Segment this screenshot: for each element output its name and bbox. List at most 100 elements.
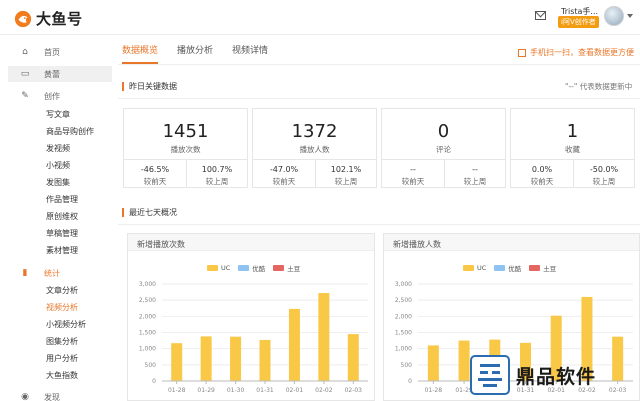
- x-tick-label: 01-31: [256, 387, 274, 394]
- tab-overview[interactable]: 数据概览: [122, 43, 159, 64]
- bar-chart-icon: ▮: [22, 268, 28, 278]
- x-tick-label: 02-02: [315, 387, 333, 394]
- x-tick-label: 02-01: [286, 387, 304, 394]
- metric-change-day-label: 较前天: [143, 177, 167, 186]
- bar-uc: [427, 345, 439, 381]
- y-tick-label: 500: [145, 362, 157, 369]
- metric-change-day: -46.5%: [140, 165, 170, 174]
- metric-change-day-label: 较前天: [530, 177, 554, 186]
- tab-play-analysis[interactable]: 播放分析: [177, 43, 213, 64]
- sidebar-sub-product-guide[interactable]: 商品导购创作: [46, 126, 94, 137]
- bar-uc: [200, 336, 212, 381]
- sidebar-sub-post-video[interactable]: 发视频: [46, 143, 70, 154]
- sidebar-item-create[interactable]: ✎ 创作: [8, 88, 112, 104]
- metric-change-day: -47.0%: [269, 165, 299, 174]
- qrcode-icon: [518, 48, 526, 57]
- sidebar-sub-write-article[interactable]: 写文章: [46, 109, 70, 120]
- sidebar-sub-materials[interactable]: 素材管理: [46, 245, 78, 256]
- sidebar-sub-post-gallery[interactable]: 发图集: [46, 177, 70, 188]
- sidebar-item-label: 首页: [44, 47, 60, 57]
- bar-uc: [347, 334, 359, 381]
- sidebar-sub-dayu-index[interactable]: 大鱼指数: [46, 370, 78, 381]
- tab-bar: 数据概览 播放分析 视频详情: [122, 43, 287, 64]
- x-tick-label: 02-03: [345, 387, 363, 394]
- x-tick-label: 01-30: [227, 387, 245, 394]
- sidebar-sub-original-rights[interactable]: 原创维权: [46, 211, 78, 222]
- sidebar-sub-user-analysis[interactable]: 用户分析: [46, 353, 78, 364]
- sidebar-sub-gallery-analysis[interactable]: 图集分析: [46, 336, 78, 347]
- compass-icon: ◉: [21, 392, 29, 401]
- bar-uc: [612, 336, 624, 381]
- metric-label: 播放人数: [299, 145, 330, 154]
- metric-value: 1: [566, 121, 579, 142]
- sidebar-sub-video-analysis[interactable]: 视频分析: [46, 302, 78, 313]
- metric-change-week: 102.1%: [330, 165, 362, 174]
- dayu-logo-icon: [14, 10, 32, 27]
- qr-scan-link[interactable]: 手机扫一扫，查看数据更方便: [518, 47, 634, 58]
- pen-icon: ✎: [21, 91, 29, 101]
- x-tick-label: 02-03: [609, 387, 627, 394]
- metric-change-day: --: [410, 165, 416, 174]
- sidebar-sub-works[interactable]: 作品管理: [46, 194, 78, 205]
- section-title-week: 最近七天概况: [122, 208, 177, 217]
- chevron-down-icon[interactable]: [627, 14, 633, 18]
- bar-chart-plays: 3,000 2,500 2,000 1,500 1,000 500 0 01-28 01-29 0…: [139, 281, 368, 394]
- watermark-logo-icon: [470, 355, 510, 395]
- metric-change-day: 0.0%: [531, 165, 553, 174]
- chart-panel-plays: 新增播放次数 UC 优酷 土豆 3,000 2,500 2,000 1,500 1,00…: [127, 233, 375, 401]
- metric-card-favorites: 1 收藏 0.0% 较前天 -50.0% 较上周: [510, 108, 635, 188]
- sidebar-sub-drafts[interactable]: 草稿管理: [46, 228, 78, 239]
- y-tick-label: 3,000: [395, 281, 412, 288]
- mail-icon[interactable]: [535, 11, 546, 20]
- y-tick-label: 1,500: [139, 330, 156, 337]
- y-tick-label: 0: [152, 378, 156, 385]
- divider: [118, 98, 640, 99]
- bar-uc: [318, 293, 330, 381]
- section-title-yesterday: 昨日关键数据: [122, 82, 177, 91]
- metric-change-week: --: [472, 165, 478, 174]
- sidebar-item-label: 创作: [44, 91, 60, 101]
- bar-uc: [288, 308, 300, 381]
- sidebar-sub-short-video-analysis[interactable]: 小视频分析: [46, 319, 86, 330]
- metric-value: 1372: [291, 121, 338, 142]
- watermark: 鼎品软件: [470, 355, 596, 395]
- sidebar-sub-article-analysis[interactable]: 文章分析: [46, 285, 78, 296]
- y-tick-label: 1,000: [395, 346, 412, 353]
- home-icon: ⌂: [22, 47, 28, 57]
- x-tick-label: 01-28: [425, 387, 443, 394]
- qr-hint: 手机扫一扫，查看数据更方便: [530, 48, 634, 57]
- brand-name: 大鱼号: [36, 10, 83, 28]
- y-tick-label: 3,000: [139, 281, 156, 288]
- y-tick-label: 2,500: [139, 297, 156, 304]
- sidebar-item-stats[interactable]: ▮ 统计: [8, 265, 112, 281]
- metric-label: 收藏: [565, 145, 580, 154]
- metric-value: 1451: [162, 121, 209, 142]
- tab-video-details[interactable]: 视频详情: [232, 43, 268, 64]
- metric-change-week-label: 较上周: [205, 177, 229, 186]
- metric-change-week: 100.7%: [201, 165, 233, 174]
- tv-icon: ▭: [20, 69, 30, 79]
- avatar[interactable]: [604, 6, 624, 26]
- metric-card-plays: 1451 播放次数 -46.5% 较前天 100.7% 较上周: [123, 108, 248, 188]
- bar-uc: [458, 340, 470, 381]
- y-tick-label: 1,000: [139, 346, 156, 353]
- metric-value: 0: [437, 121, 450, 142]
- metric-label: 播放次数: [170, 145, 201, 154]
- y-tick-label: 500: [401, 362, 413, 369]
- sidebar-item-discover[interactable]: ◉ 发现: [8, 389, 112, 401]
- x-tick-label: 01-28: [168, 387, 186, 394]
- metric-change-week-label: 较上周: [334, 177, 358, 186]
- sidebar-item-feed[interactable]: ▭ 黄蕾: [8, 66, 112, 82]
- sidebar-item-home[interactable]: ⌂ 首页: [8, 44, 112, 60]
- y-tick-label: 2,000: [139, 313, 156, 320]
- top-header: 大鱼号 Trista手... i阿V创作者: [0, 0, 640, 35]
- metric-card-viewers: 1372 播放人数 -47.0% 较前天 102.1% 较上周: [252, 108, 377, 188]
- x-tick-label: 01-29: [197, 387, 215, 394]
- y-tick-label: 2,500: [395, 297, 412, 304]
- bar-uc: [230, 336, 242, 381]
- sidebar-sub-short-video[interactable]: 小视频: [46, 160, 70, 171]
- brand-logo[interactable]: 大鱼号: [14, 8, 83, 29]
- data-update-note: "--" 代表数据更新中: [565, 82, 633, 91]
- y-tick-label: 1,500: [395, 330, 412, 337]
- y-tick-label: 0: [408, 378, 412, 385]
